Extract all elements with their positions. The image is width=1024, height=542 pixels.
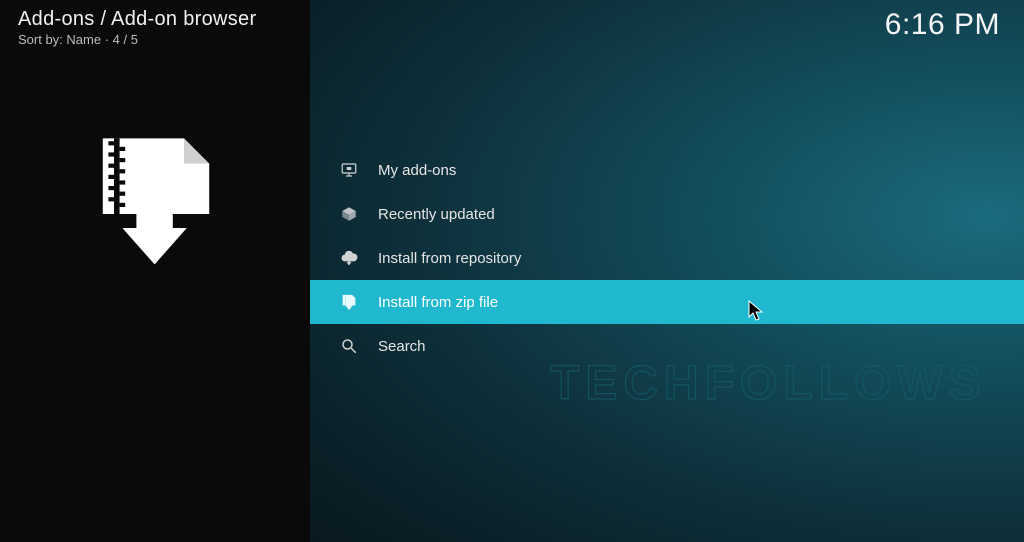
menu-item-label: Search bbox=[378, 338, 426, 355]
menu-item-label: Install from repository bbox=[378, 250, 521, 267]
sidebar: Add-ons / Add-on browser Sort by: Name ·… bbox=[0, 0, 310, 542]
search-icon bbox=[338, 335, 360, 357]
zip-file-download-icon bbox=[86, 130, 226, 270]
breadcrumb: Add-ons / Add-on browser bbox=[18, 8, 256, 31]
menu-item-recently-updated[interactable]: Recently updated bbox=[310, 192, 1024, 236]
menu-item-install-repository[interactable]: Install from repository bbox=[310, 236, 1024, 280]
cloud-download-icon bbox=[338, 247, 360, 269]
box-open-icon bbox=[338, 203, 360, 225]
menu-item-label: Recently updated bbox=[378, 206, 495, 223]
menu-item-install-zip[interactable]: Install from zip file bbox=[310, 280, 1024, 324]
screen-icon bbox=[338, 159, 360, 181]
menu-item-label: Install from zip file bbox=[378, 294, 498, 311]
main-panel: 6:16 PM My add-ons Recentl bbox=[310, 0, 1024, 542]
menu-item-search[interactable]: Search bbox=[310, 324, 1024, 368]
clock: 6:16 PM bbox=[885, 8, 1000, 42]
menu-list: My add-ons Recently updated Install from… bbox=[310, 148, 1024, 368]
sort-info: Sort by: Name · 4 / 5 bbox=[18, 32, 138, 47]
menu-item-my-addons[interactable]: My add-ons bbox=[310, 148, 1024, 192]
menu-item-label: My add-ons bbox=[378, 162, 456, 179]
zip-download-icon bbox=[338, 291, 360, 313]
